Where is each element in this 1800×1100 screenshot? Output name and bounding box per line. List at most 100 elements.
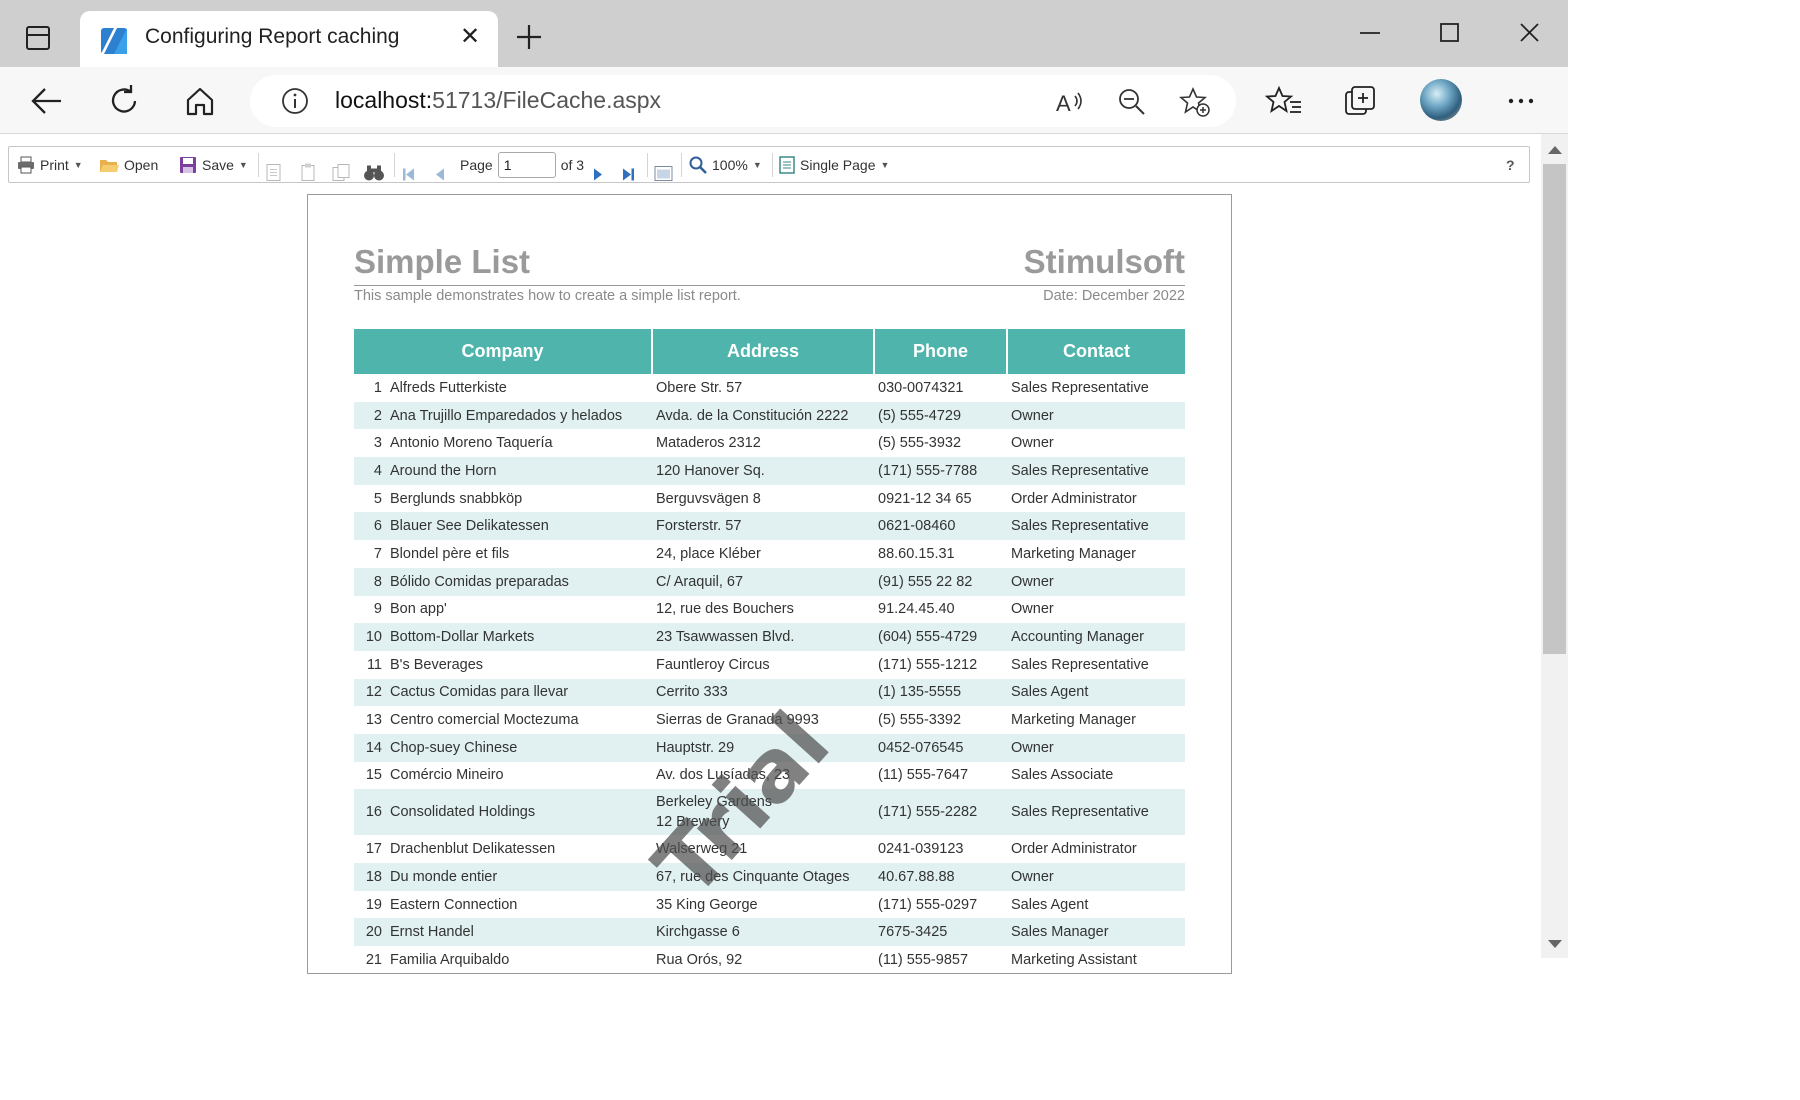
table-row: 19 Eastern Connection 35 King George (171) … (354, 891, 1185, 919)
open-button[interactable]: Open (99, 147, 158, 182)
company-cell: Consolidated Holdings (386, 789, 652, 836)
collections-icon[interactable] (1341, 81, 1381, 121)
company-cell: Around the Horn (386, 457, 652, 485)
tab-actions-button[interactable] (16, 18, 60, 58)
parameters-icon[interactable] (299, 155, 317, 190)
save-button[interactable]: Save ▼ (179, 147, 248, 182)
report-title: Simple List (354, 243, 531, 280)
minimize-icon[interactable] (1350, 18, 1390, 48)
row-number: 21 (365, 951, 382, 968)
phone-cell: 0241-039123 (878, 841, 964, 858)
address-bar[interactable]: localhost:51713/FileCache.aspx A (250, 75, 1236, 127)
tab-title: Configuring Report caching (145, 25, 400, 48)
address-cell: Av. dos Lusíadas, 23 (656, 767, 791, 784)
address-cell: 23 Tsawwassen Blvd. (652, 623, 874, 651)
contact-cell: Marketing Manager (1011, 712, 1136, 729)
address-cell: C/ Araquil, 67 (652, 567, 874, 596)
zoom-out-icon[interactable] (1116, 86, 1148, 118)
favorites-icon[interactable] (1265, 81, 1305, 121)
contact-cell: Order Administrator (1011, 841, 1137, 858)
last-page-icon[interactable] (622, 157, 636, 192)
phone-cell: (91) 555 22 82 (874, 567, 1007, 596)
table-body: 1 Alfreds Futterkiste Obere Str. 57 030-007… (354, 374, 1185, 973)
view-mode-label: Single Page (800, 156, 876, 173)
help-button[interactable]: ? (1506, 147, 1515, 182)
refresh-icon[interactable] (104, 81, 144, 121)
close-window-icon[interactable] (1509, 18, 1549, 48)
row-number: 16 (354, 789, 386, 836)
scroll-up-arrow-icon[interactable] (1548, 146, 1562, 154)
row-number: 11 (366, 656, 382, 673)
next-page-icon[interactable] (592, 157, 604, 192)
new-tab-icon[interactable] (514, 22, 544, 52)
phone-cell: (5) 555-4729 (874, 401, 1007, 430)
read-aloud-icon[interactable]: A (1054, 86, 1086, 118)
view-mode-dropdown[interactable]: Single Page ▼ (779, 147, 889, 182)
active-tab[interactable]: Configuring Report caching ✕ (80, 11, 498, 67)
contact-cell: Owner (1011, 601, 1054, 618)
phone-cell: (11) 555-7647 (878, 767, 969, 784)
table-header-row: Company Address Phone Contact (354, 329, 1185, 374)
bookmarks-icon[interactable] (265, 155, 283, 190)
address-cell: Kirchgasse 6 (652, 918, 874, 947)
table-row: 7 Blondel père et fils 24, place Kléber 88.… (354, 540, 1185, 568)
full-screen-icon[interactable] (654, 156, 673, 191)
site-info-icon[interactable] (280, 86, 310, 116)
back-arrow-icon[interactable] (27, 81, 67, 121)
address-cell: Berguvsvägen 8 (656, 490, 761, 507)
contact-cell: Owner (1007, 567, 1185, 596)
table-row: 1 Alfreds Futterkiste Obere Str. 57 030-007… (354, 374, 1185, 402)
row-number: 18 (354, 863, 386, 891)
scrollbar-thumb[interactable] (1543, 164, 1566, 654)
previous-page-icon[interactable] (434, 157, 446, 192)
scroll-down-arrow-icon[interactable] (1548, 940, 1562, 948)
vertical-scrollbar[interactable] (1541, 134, 1568, 958)
print-button[interactable]: Print ▼ (17, 147, 83, 182)
add-favorite-icon[interactable] (1179, 86, 1211, 118)
row-number: 8 (354, 567, 386, 596)
chevron-down-icon: ▼ (238, 159, 248, 170)
find-binoculars-icon[interactable] (363, 155, 385, 190)
table-row: 4 Around the Horn 120 Hanover Sq. (171) 555… (354, 457, 1185, 485)
company-cell: Antonio Moreno Taquería (390, 435, 553, 452)
tab-actions-icon (26, 26, 50, 50)
report-page: Simple List Stimulsoft This sample demon… (307, 194, 1232, 974)
address-cell: Obere Str. 57 (656, 379, 743, 396)
company-cell: Centro comercial Moctezuma (390, 712, 579, 729)
contact-cell: Sales Agent (1007, 678, 1185, 707)
contact-cell: Order Administrator (1011, 490, 1137, 507)
save-icon (180, 156, 196, 173)
resources-icon[interactable] (331, 155, 351, 190)
address-cell: Walserweg 21 (656, 841, 748, 858)
title-divider (354, 285, 1185, 286)
page-navigator: Page of 3 (460, 147, 584, 182)
row-number: 5 (373, 490, 382, 507)
page-count-label: of 3 (560, 156, 585, 173)
company-cell: Alfreds Futterkiste (390, 379, 507, 396)
chevron-down-icon: ▼ (880, 159, 890, 170)
phone-cell: 7675-3425 (874, 918, 1007, 947)
profile-avatar[interactable] (1420, 79, 1462, 121)
company-cell: Ernst Handel (386, 918, 652, 947)
zoom-dropdown[interactable]: 100% ▼ (689, 147, 762, 182)
address-cell: Fauntleroy Circus (656, 656, 770, 673)
company-cell: Eastern Connection (390, 896, 518, 913)
url-text[interactable]: localhost:51713/FileCache.aspx (335, 87, 661, 114)
table-row: 10 Bottom-Dollar Markets 23 Tsawwassen Blv… (354, 623, 1185, 651)
contact-cell: Owner (1007, 863, 1185, 891)
address-cell: Forsterstr. 57 (652, 512, 874, 541)
company-cell: Ana Trujillo Emparedados y helados (386, 401, 652, 430)
more-options-icon[interactable] (1501, 81, 1541, 121)
address-cell: 12, rue des Bouchers (656, 601, 794, 618)
address-cell: Sierras de Granada 9993 (656, 712, 819, 729)
maximize-icon[interactable] (1429, 18, 1469, 48)
page-number-input[interactable] (497, 151, 556, 178)
home-icon[interactable] (180, 81, 220, 121)
contact-cell: Owner (1011, 435, 1054, 452)
close-tab-icon[interactable]: ✕ (460, 25, 480, 49)
contact-cell: Sales Representative (1007, 457, 1185, 485)
column-header-address: Address (652, 329, 875, 374)
row-number: 19 (365, 896, 382, 913)
first-page-icon[interactable] (401, 157, 415, 192)
address-line-1: Berkeley Gardens (656, 794, 773, 811)
